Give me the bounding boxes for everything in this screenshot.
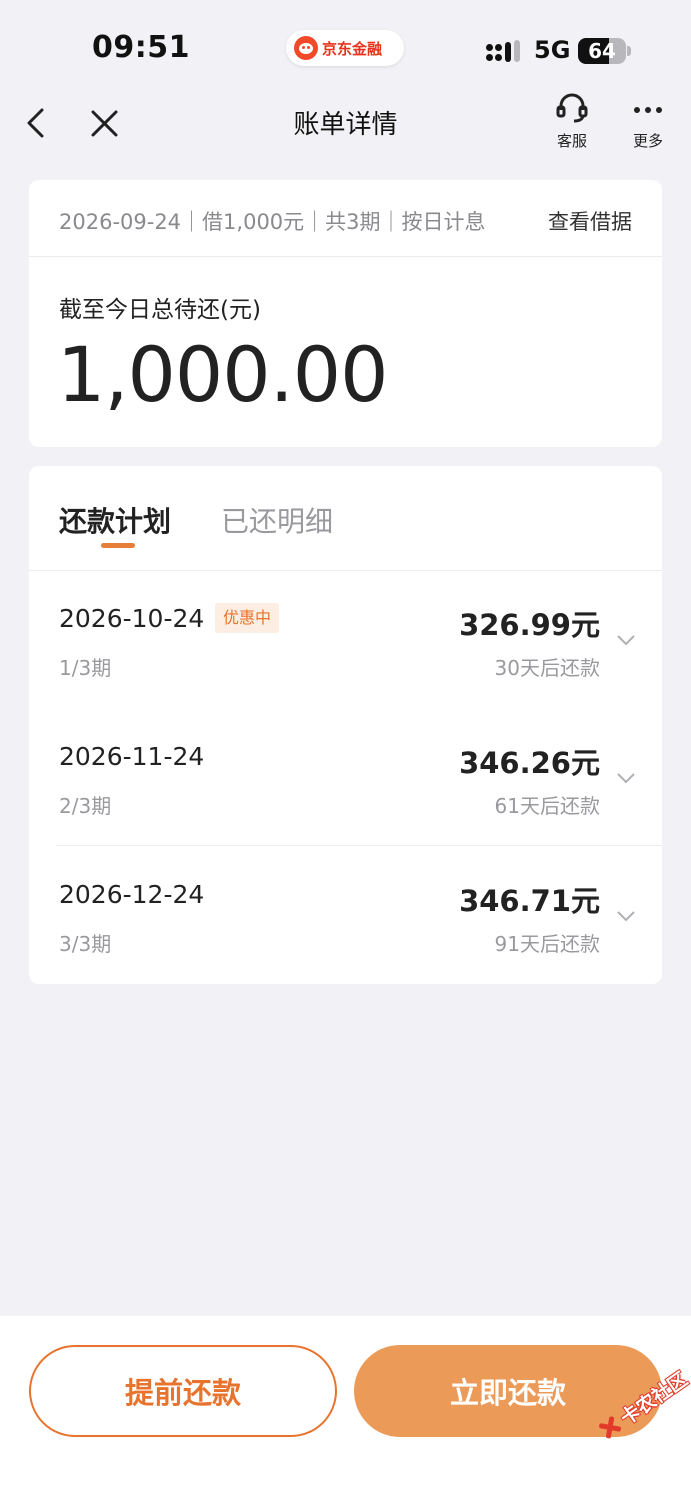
installment-period: 3/3期 [59, 932, 112, 956]
loan-meta: 2026-09-24｜借1,000元｜共3期｜按日计息 [59, 210, 486, 234]
tab-repayment-plan[interactable]: 还款计划 [59, 500, 171, 540]
installment-date: 2026-10-24 [59, 604, 205, 633]
installment-amount: 346.71元 [459, 884, 600, 918]
installment-amount: 346.26元 [459, 746, 600, 780]
divider [29, 256, 662, 257]
status-time: 09:51 [92, 30, 190, 65]
view-receipt-link[interactable]: 查看借据 [548, 206, 632, 236]
chevron-down-icon [617, 911, 635, 922]
brand-pill[interactable]: 京东金融 [286, 30, 404, 66]
chevron-down-icon [617, 773, 635, 784]
network-label: 5G [534, 36, 571, 64]
active-tab-indicator [101, 543, 135, 548]
signal-icon [486, 40, 524, 64]
loan-summary-card: 2026-09-24｜借1,000元｜共3期｜按日计息 查看借据 截至今日总待还… [29, 180, 662, 447]
installment-date: 2026-12-24 [59, 880, 205, 909]
repayment-plan-card: 还款计划 已还明细 2026-10-24 优惠中 1/3期 326.99元 30… [29, 466, 662, 984]
battery-label: 64 [588, 39, 616, 63]
installment-row[interactable]: 2026-11-24 2/3期 346.26元 61天后还款 [29, 708, 662, 846]
installment-date: 2026-11-24 [59, 742, 205, 771]
bill-detail-screen: 09:51 京东金融 5G 64 账单详情 客服 更多 2026-09-24｜借… [0, 0, 691, 1500]
installment-row[interactable]: 2026-12-24 3/3期 346.71元 91天后还款 [29, 846, 662, 984]
installment-due: 61天后还款 [494, 794, 600, 818]
installment-due: 30天后还款 [494, 656, 600, 680]
headset-icon [556, 93, 588, 123]
navigation-bar: 账单详情 客服 更多 [0, 90, 691, 154]
installment-due: 91天后还款 [494, 932, 600, 956]
installment-period: 2/3期 [59, 794, 112, 818]
customer-service-button[interactable]: 客服 [542, 92, 602, 152]
chevron-down-icon [617, 635, 635, 646]
total-due-label: 截至今日总待还(元) [59, 297, 261, 323]
battery-icon: 64 [578, 38, 626, 64]
status-bar: 09:51 京东金融 5G 64 [0, 0, 691, 100]
installment-amount: 326.99元 [459, 608, 600, 642]
installment-row[interactable]: 2026-10-24 优惠中 1/3期 326.99元 30天后还款 [29, 570, 662, 708]
more-button[interactable]: 更多 [618, 92, 678, 152]
bottom-action-bar: 提前还款 立即还款 [0, 1316, 691, 1500]
discount-badge: 优惠中 [215, 603, 280, 633]
brand-logo-icon [294, 36, 318, 60]
installment-period: 1/3期 [59, 656, 112, 680]
more-dots-icon [634, 107, 662, 113]
prepay-button[interactable]: 提前还款 [29, 1345, 337, 1437]
more-label: 更多 [632, 132, 663, 150]
tab-repaid-details[interactable]: 已还明细 [221, 500, 333, 540]
brand-name: 京东金融 [322, 39, 383, 58]
customer-service-label: 客服 [556, 132, 587, 150]
total-due-amount: 1,000.00 [57, 330, 388, 419]
battery-tip [627, 46, 631, 56]
